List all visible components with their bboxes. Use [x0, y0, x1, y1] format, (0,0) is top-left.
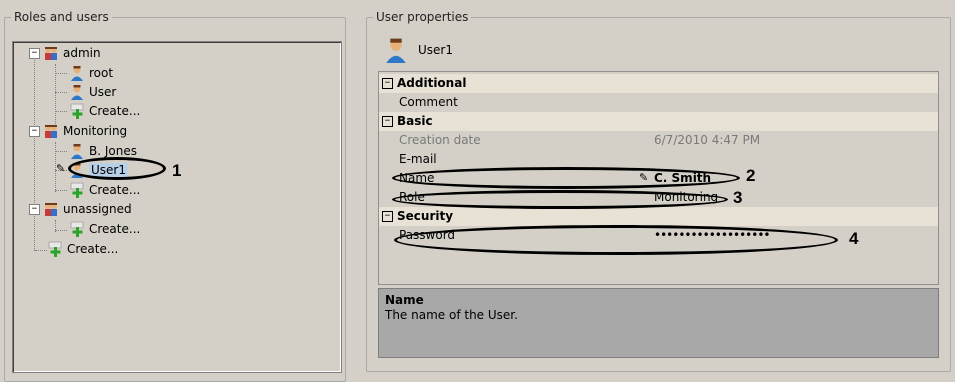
user-icon — [71, 85, 83, 100]
tree-label: Create... — [89, 183, 141, 197]
user-avatar-icon — [386, 38, 406, 63]
user-icon — [71, 66, 83, 81]
collapse-icon[interactable]: − — [382, 78, 393, 89]
callout-number-3: 3 — [733, 188, 743, 207]
description-text: The name of the User. — [385, 308, 518, 322]
callout-number-4: 4 — [849, 229, 859, 248]
tree-create-admin[interactable]: Create... — [69, 102, 140, 120]
tree-label: admin — [63, 46, 101, 60]
tree-create-monitoring[interactable]: Create... — [69, 181, 140, 199]
tree-label: User — [89, 85, 117, 99]
category-basic[interactable]: − Basic — [379, 112, 938, 131]
property-label: Comment — [399, 95, 458, 109]
plus-icon — [70, 221, 84, 237]
property-email[interactable]: E-mail — [379, 150, 938, 169]
property-value: 6/7/2010 4:47 PM — [654, 133, 761, 147]
callout-number-2: 2 — [746, 166, 756, 185]
tree-label: Create... — [67, 242, 119, 256]
callout-oval-3 — [392, 190, 728, 209]
tree-role-unassigned[interactable]: − unassigned — [29, 200, 132, 218]
property-creation-date: Creation date 6/7/2010 4:47 PM — [379, 131, 938, 150]
tree-role-monitoring[interactable]: − Monitoring — [29, 122, 127, 140]
roles-and-users-title: Roles and users — [14, 10, 109, 24]
category-label: Additional — [397, 76, 467, 90]
roles-users-tree[interactable]: − admin root User Create... − Monitoring… — [12, 41, 342, 373]
tree-user-root[interactable]: root — [69, 64, 113, 82]
collapse-icon[interactable]: − — [382, 211, 393, 222]
category-label: Security — [397, 209, 454, 223]
callout-oval-2 — [392, 167, 740, 189]
property-label: Creation date — [399, 133, 481, 147]
user-icon — [71, 144, 83, 159]
role-group-icon — [45, 125, 57, 138]
tree-create-role[interactable]: Create... — [47, 240, 118, 258]
tree-label: Monitoring — [63, 124, 128, 138]
description-title: Name — [385, 293, 424, 307]
plus-icon — [70, 182, 84, 198]
tree-label: Create... — [89, 222, 141, 236]
tree-label: B. Jones — [89, 144, 137, 158]
user-header-name: User1 — [418, 43, 453, 57]
category-additional[interactable]: − Additional — [379, 74, 938, 93]
tree-role-admin[interactable]: − admin — [29, 44, 101, 62]
user-header: User1 — [383, 36, 453, 64]
role-group-icon — [45, 47, 57, 60]
collapse-icon[interactable]: − — [382, 116, 393, 127]
callout-oval-1 — [68, 157, 166, 180]
collapse-icon[interactable]: − — [29, 47, 40, 59]
plus-icon — [48, 241, 62, 257]
property-label: E-mail — [399, 152, 437, 166]
tree-create-unassigned[interactable]: Create... — [69, 220, 140, 238]
tree-user-user[interactable]: User — [69, 83, 116, 101]
property-comment[interactable]: Comment — [379, 93, 938, 112]
property-description-pane: Name The name of the User. — [378, 288, 939, 358]
tree-label: unassigned — [63, 202, 132, 216]
tree-label: Create... — [89, 104, 141, 118]
category-label: Basic — [397, 114, 433, 128]
user-properties-title: User properties — [376, 10, 469, 24]
collapse-icon[interactable]: − — [29, 125, 40, 137]
tree-label: root — [89, 66, 114, 80]
callout-oval-4 — [394, 225, 838, 255]
edit-pencil-icon: ✎ — [56, 162, 66, 175]
plus-icon — [70, 103, 84, 119]
role-group-icon — [45, 203, 57, 216]
callout-number-1: 1 — [172, 161, 182, 180]
category-security[interactable]: − Security — [379, 207, 938, 226]
collapse-icon[interactable]: − — [29, 203, 40, 215]
